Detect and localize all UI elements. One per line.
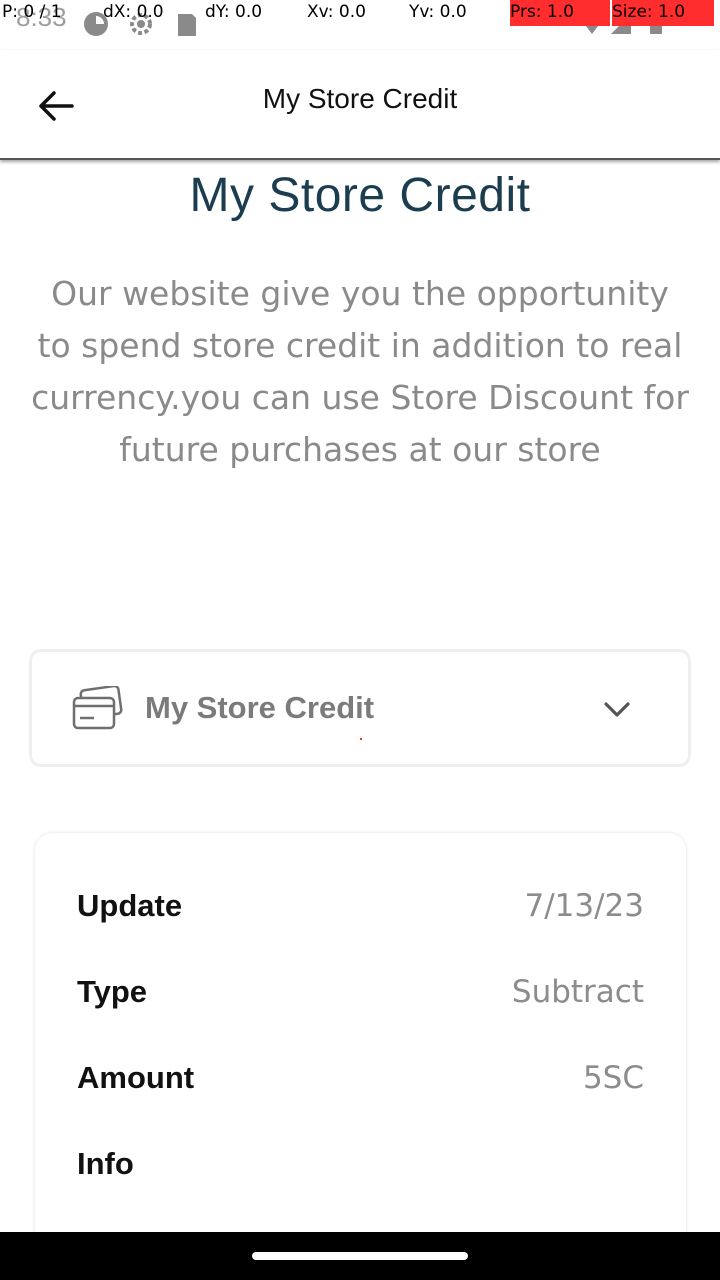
chevron-down-icon [604,702,630,717]
app-bar-title: My Store Credit [262,83,458,114]
entry-value: 7/13/23 [524,888,644,924]
store-credit-dropdown[interactable]: My Store Credit [29,649,691,767]
credit-card-icon [72,686,123,730]
page-heading: My Store Credit [189,169,531,222]
overlay-xv: Xv: 0.0 [307,2,366,22]
overlay-dy: dY: 0.0 [205,2,263,22]
touch-indicator-dot [360,738,362,740]
overlay-pointer-count: P: 0 / 1 [2,2,62,22]
overlay-pressure: Prs: 1.0 [510,0,610,26]
entry-key: Info [77,1146,134,1181]
dropdown-label: My Store Credit [145,690,375,725]
page-description: Our website give you the opportunity to … [31,274,689,469]
home-gesture-handle[interactable] [252,1252,468,1260]
entry-row-update: Update 7/13/23 [77,881,644,931]
entry-key: Type [77,974,148,1009]
app-bar: My Store Credit [0,50,720,160]
navigation-bar [0,1232,720,1280]
entry-key: Update [77,888,183,923]
entry-row-type: Type Subtract [77,967,644,1017]
overlay-yv: Yv: 0.0 [409,2,467,22]
entry-value: Subtract [511,974,644,1010]
overlay-size: Size: 1.0 [612,0,714,26]
overlay-dx: dX: 0.0 [103,2,164,22]
entry-value: 5SC [582,1060,644,1096]
pointer-location-overlay: P: 0 / 1 dX: 0.0 dY: 0.0 Xv: 0.0 Yv: 0.0… [0,0,720,26]
credit-entry-card: Update 7/13/23 Type Subtract Amount 5SC … [35,833,686,1253]
entry-row-info: Info [77,1139,644,1189]
entry-key: Amount [77,1060,195,1095]
entry-row-amount: Amount 5SC [77,1053,644,1103]
